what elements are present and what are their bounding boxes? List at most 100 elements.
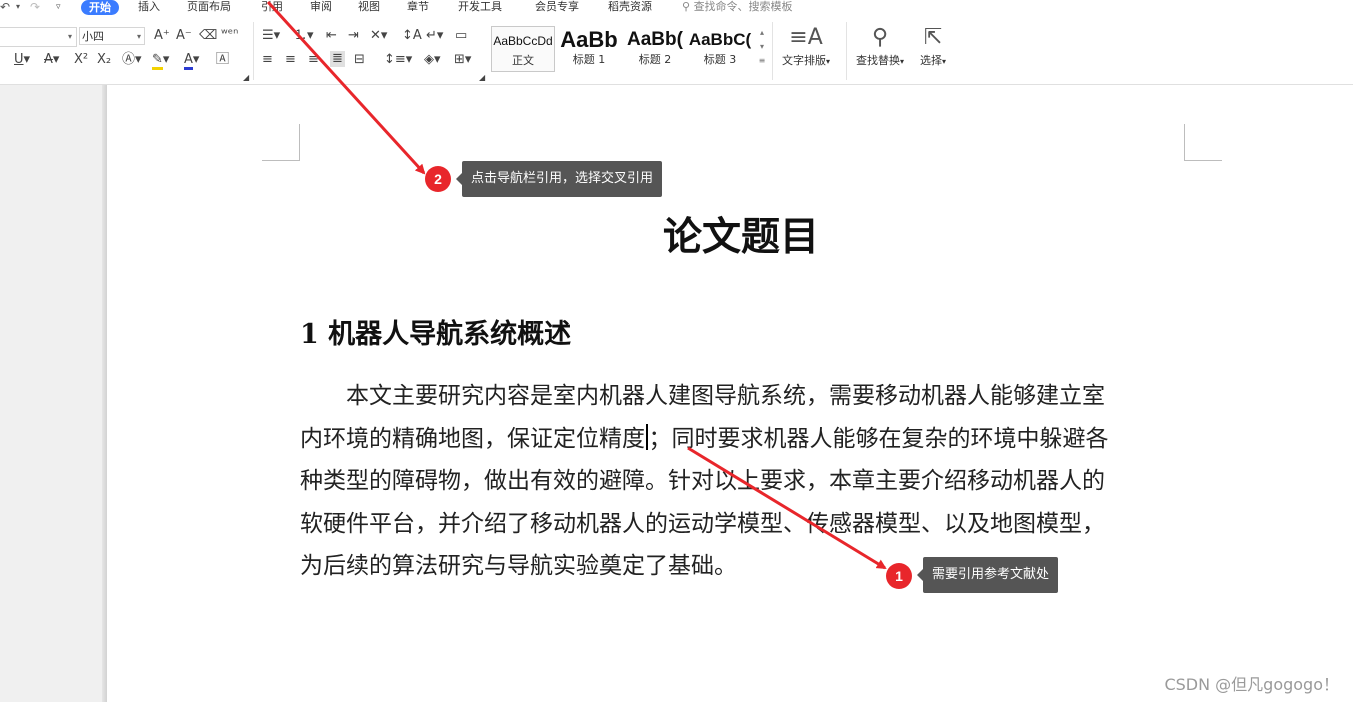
paragraph-line: 内环境的精确地图，保证定位精度 ；同时要求机器人能够在复杂的环境中躲避各 xyxy=(300,418,1190,461)
strikethrough-icon[interactable]: A▾ xyxy=(44,53,59,67)
style-heading-1[interactable]: AaBb 标题 1 xyxy=(557,26,621,72)
tab-review[interactable]: 审阅 xyxy=(310,0,332,15)
font-size-value: 小四 xyxy=(82,30,104,43)
paragraph-text: 内环境的精确地图，保证定位精度 xyxy=(300,425,645,452)
section-heading[interactable]: 1 机器人导航系统概述 xyxy=(300,318,571,352)
style-label: 标题 3 xyxy=(703,53,737,66)
tab-page-layout[interactable]: 页面布局 xyxy=(187,0,231,15)
watermark: CSDN @但凡gogogo！ xyxy=(1164,675,1339,694)
align-center-icon[interactable]: ≡ xyxy=(285,53,296,67)
shrink-font-icon[interactable]: A⁻ xyxy=(176,29,192,43)
navigation-pane xyxy=(0,85,106,702)
select-button[interactable]: ⇱ 选择▾ xyxy=(920,24,946,68)
font-size-select[interactable]: 小四 xyxy=(79,27,145,45)
style-label: 标题 2 xyxy=(638,53,672,66)
style-heading-3[interactable]: AaBbC( 标题 3 xyxy=(688,26,752,72)
body-paragraph[interactable]: 本文主要研究内容是室内机器人建图导航系统，需要移动机器人能够建立室 内环境的精确… xyxy=(300,375,1190,588)
ribbon-separator xyxy=(772,22,773,80)
shading-icon[interactable]: ◈▾ xyxy=(424,53,441,67)
text-cursor xyxy=(646,423,648,450)
style-label: 标题 1 xyxy=(572,53,606,66)
style-label: 正文 xyxy=(512,54,534,67)
align-right-icon[interactable]: ≡ xyxy=(308,53,319,67)
character-border-icon[interactable]: 🄰 xyxy=(216,53,229,67)
text-layout-icon: ≡A xyxy=(789,25,823,50)
chinese-layout-icon[interactable]: ✕▾ xyxy=(370,29,387,43)
underline-icon[interactable]: U▾ xyxy=(14,53,30,67)
chevron-down-icon[interactable]: ▾ xyxy=(760,42,764,51)
line-spacing-icon[interactable]: ↕≡▾ xyxy=(384,53,412,67)
cursor-arrow-icon: ⇱ xyxy=(923,25,943,50)
numbered-list-icon[interactable]: ⒈▾ xyxy=(294,29,314,43)
clear-format-icon[interactable]: ⌫ xyxy=(199,29,217,43)
ribbon-separator xyxy=(253,22,254,80)
customize-dropdown-icon[interactable]: ▿ xyxy=(56,0,61,14)
document-title[interactable]: 论文题目 xyxy=(600,213,882,261)
font-color-icon[interactable]: A▾ xyxy=(184,52,199,70)
margin-corner-top-left xyxy=(262,124,300,161)
text-effect-icon[interactable]: Ⓐ▾ xyxy=(122,53,142,67)
tab-developer[interactable]: 开发工具 xyxy=(458,0,502,15)
search-icon: ⚲ xyxy=(682,0,691,13)
sort-icon[interactable]: ↕A xyxy=(402,29,422,43)
style-sample: AaBbC( xyxy=(688,30,752,49)
distributed-align-icon[interactable]: ⊟ xyxy=(354,53,365,67)
font-name-select[interactable] xyxy=(0,27,77,47)
font-name-dropdown-icon[interactable]: ▾ xyxy=(68,32,72,41)
show-marks-icon[interactable]: ↵▾ xyxy=(426,29,443,43)
style-normal[interactable]: AaBbCcDd 正文 xyxy=(491,26,555,72)
paragraph-line: 软硬件平台，并介绍了移动机器人的运动学模型、传感器模型、以及地图模型， xyxy=(300,510,1105,537)
more-styles-icon[interactable]: ≡ xyxy=(759,56,766,65)
tab-references[interactable]: 引用 xyxy=(261,0,283,15)
increase-indent-icon[interactable]: ⇥ xyxy=(348,29,359,43)
subscript-icon[interactable]: X₂ xyxy=(97,53,111,67)
step-tooltip: 需要引用参考文献处 xyxy=(916,557,1059,593)
align-left-icon[interactable]: ≡ xyxy=(262,53,273,67)
undo-icon[interactable]: ↶ xyxy=(0,0,10,14)
font-dialog-launcher-icon[interactable]: ◢ xyxy=(243,71,249,85)
text-layout-button[interactable]: ≡A 文字排版▾ xyxy=(782,24,830,68)
styles-scroll[interactable]: ▴ ▾ ≡ xyxy=(757,26,767,74)
highlight-icon[interactable]: ✎▾ xyxy=(152,52,169,70)
phonetic-guide-icon[interactable]: ʷᵉⁿ xyxy=(221,28,238,42)
decrease-indent-icon[interactable]: ⇤ xyxy=(326,29,337,43)
bullet-list-icon[interactable]: ☰▾ xyxy=(262,29,280,43)
justify-icon[interactable]: ≣ xyxy=(330,51,345,67)
ribbon-separator xyxy=(846,22,847,80)
borders-icon[interactable]: ⊞▾ xyxy=(454,53,471,67)
step-badge: 2 xyxy=(425,166,451,192)
step-tooltip: 点击导航栏引用，选择交叉引用 xyxy=(455,161,663,197)
margin-corner-top-right xyxy=(1184,124,1222,161)
tab-home[interactable]: 开始 xyxy=(81,0,119,15)
magnifier-icon: ⚲ xyxy=(871,25,889,50)
paragraph-text: ；同时要求机器人能够在复杂的环境中躲避各 xyxy=(648,425,1109,452)
select-label: 选择 xyxy=(920,54,942,67)
menu-bar: ↶ ▾ ↷ ▿ 开始 插入 页面布局 引用 审阅 视图 章节 开发工具 会员专享… xyxy=(0,0,1353,16)
style-sample: AaBb xyxy=(560,27,618,52)
tab-view[interactable]: 视图 xyxy=(358,0,380,15)
undo-dropdown-icon[interactable]: ▾ xyxy=(16,0,20,14)
style-heading-2[interactable]: AaBb( 标题 2 xyxy=(623,26,687,72)
font-size-dropdown-icon[interactable]: ▾ xyxy=(137,32,141,41)
step-badge: 1 xyxy=(886,563,912,589)
paragraph-dialog-launcher-icon[interactable]: ◢ xyxy=(479,71,485,85)
tab-docer[interactable]: 稻壳资源 xyxy=(608,0,652,15)
tab-insert[interactable]: 插入 xyxy=(138,0,160,15)
chevron-up-icon[interactable]: ▴ xyxy=(760,28,764,37)
tab-member[interactable]: 会员专享 xyxy=(535,0,579,15)
ribbon-toolbar: ▾ 小四 ▾ A⁺ A⁻ ⌫ ʷᵉⁿ U▾ A▾ X² X₂ Ⓐ▾ ✎▾ A▾ … xyxy=(0,16,1353,85)
text-layout-label: 文字排版 xyxy=(782,54,826,67)
find-replace-button[interactable]: ⚲ 查找替换▾ xyxy=(856,24,904,68)
paragraph-line: 种类型的障碍物，做出有效的避障。针对以上要求，本章主要介绍移动机器人的 xyxy=(300,468,1105,494)
redo-icon[interactable]: ↷ xyxy=(30,0,40,14)
grow-font-icon[interactable]: A⁺ xyxy=(154,29,170,43)
command-search[interactable]: ⚲ 查找命令、搜索模板 xyxy=(682,0,793,14)
search-placeholder: 查找命令、搜索模板 xyxy=(693,0,793,13)
paragraph-line: 本文主要研究内容是室内机器人建图导航系统，需要移动机器人能够建立室 xyxy=(300,383,1105,409)
styles-gallery: AaBbCcDd 正文 AaBb 标题 1 AaBb( 标题 2 AaBbC( … xyxy=(489,26,765,74)
find-replace-label: 查找替换 xyxy=(856,54,900,67)
superscript-icon[interactable]: X² xyxy=(74,53,88,67)
style-sample: AaBbCcDd xyxy=(493,34,553,48)
ruler-icon[interactable]: ▭ xyxy=(455,29,467,43)
tab-chapter[interactable]: 章节 xyxy=(407,0,429,15)
